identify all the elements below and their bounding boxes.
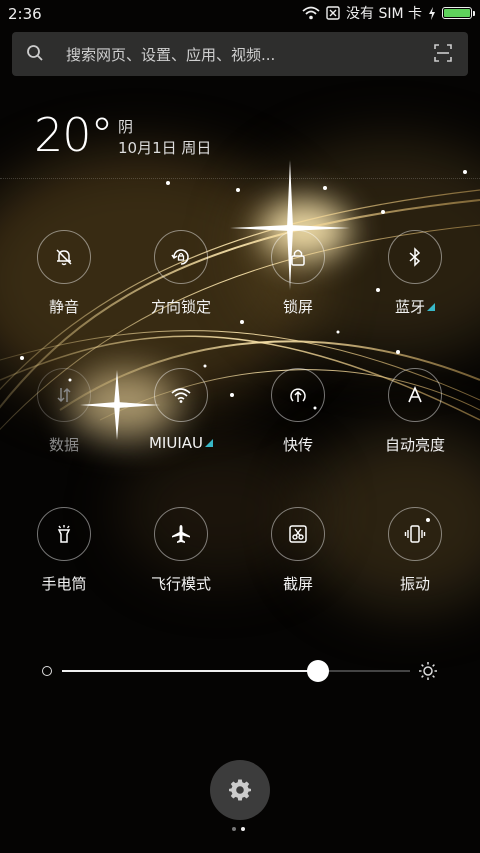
mobile-data-icon	[37, 368, 91, 422]
divider	[0, 178, 480, 179]
page-dot	[232, 827, 236, 831]
weather-date: 10月1日 周日	[118, 139, 212, 157]
toggle-label: MIUIAU	[148, 434, 203, 452]
auto-brightness-icon	[388, 368, 442, 422]
toggle-screenshot[interactable]: 截屏	[239, 507, 357, 594]
vibrate-icon	[388, 507, 442, 561]
carrier-text: 没有 SIM 卡	[346, 6, 422, 22]
toggle-label: 自动亮度	[384, 436, 445, 454]
expand-triangle-icon	[205, 439, 213, 447]
toggle-label: 手电筒	[41, 575, 87, 593]
brightness-track[interactable]	[62, 660, 410, 682]
search-bar[interactable]: 搜索网页、设置、应用、视频...	[12, 32, 468, 76]
no-sim-icon	[326, 6, 340, 20]
airplane-icon	[154, 507, 208, 561]
toggle-share[interactable]: 快传	[239, 368, 357, 455]
lock-icon	[271, 230, 325, 284]
toggle-label: 蓝牙	[394, 298, 425, 316]
toggle-label: 锁屏	[282, 298, 313, 316]
toggle-label: 飞行模式	[150, 575, 211, 593]
toggle-mobile-data[interactable]: 数据	[5, 368, 123, 455]
toggle-rotation-lock[interactable]: 方向锁定	[122, 230, 240, 317]
charging-icon	[429, 6, 435, 20]
search-input[interactable]: 搜索网页、设置、应用、视频...	[66, 44, 275, 65]
toggle-label: 振动	[399, 575, 430, 593]
search-icon	[27, 45, 43, 61]
brightness-low-icon	[42, 666, 52, 676]
screenshot-icon	[271, 507, 325, 561]
page-dot-active	[241, 827, 245, 831]
gear-icon	[229, 779, 251, 801]
expand-triangle-icon	[427, 303, 435, 311]
wifi-icon	[154, 368, 208, 422]
toggle-label: 数据	[48, 436, 79, 454]
scan-icon[interactable]	[434, 44, 452, 62]
brightness-high-icon	[419, 662, 437, 680]
battery-icon	[442, 7, 475, 19]
page-indicator	[232, 827, 245, 831]
toggle-airplane[interactable]: 飞行模式	[122, 507, 240, 594]
share-icon	[271, 368, 325, 422]
toggle-mute[interactable]: 静音	[5, 230, 123, 317]
brightness-slider[interactable]	[38, 656, 448, 686]
wifi-icon	[302, 6, 320, 20]
toggle-label: 截屏	[282, 575, 313, 593]
toggle-flashlight[interactable]: 手电筒	[5, 507, 123, 594]
mute-icon	[37, 230, 91, 284]
toggle-wifi[interactable]: MIUIAU	[122, 368, 240, 452]
flashlight-icon	[37, 507, 91, 561]
bluetooth-icon	[388, 230, 442, 284]
toggle-auto-brightness[interactable]: 自动亮度	[356, 368, 474, 455]
toggle-label: 静音	[48, 298, 79, 316]
toggle-bluetooth[interactable]: 蓝牙	[356, 230, 474, 317]
toggle-lock-screen[interactable]: 锁屏	[239, 230, 357, 317]
weather-condition: 阴	[118, 118, 134, 136]
status-time: 2:36	[8, 5, 42, 23]
status-bar: 2:36 没有 SIM 卡	[0, 0, 480, 28]
weather-temperature[interactable]: 20°	[34, 108, 114, 162]
settings-button[interactable]	[210, 760, 270, 820]
brightness-fill	[62, 670, 318, 672]
toggle-label: 方向锁定	[150, 298, 211, 316]
toggle-vibrate[interactable]: 振动	[356, 507, 474, 594]
toggle-label: 快传	[282, 436, 313, 454]
brightness-thumb[interactable]	[306, 660, 329, 682]
rotation-lock-icon	[154, 230, 208, 284]
